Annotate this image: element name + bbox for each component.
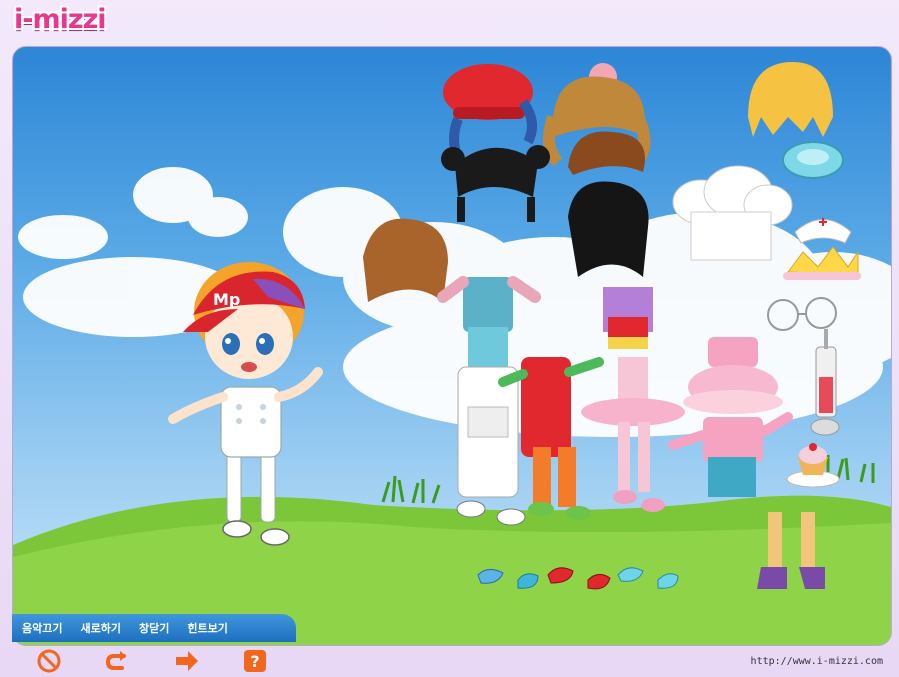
item-black-bun-hair[interactable] xyxy=(441,145,550,222)
cap-logo-text: Mp xyxy=(213,290,240,309)
item-brown-bob-hair[interactable] xyxy=(363,218,448,302)
i-mizzi-logo: i-mizzi xyxy=(14,4,107,35)
help-glyph: ? xyxy=(250,652,259,671)
site-url[interactable]: http://www.i-mizzi.com xyxy=(751,656,883,667)
item-cupcake-plate[interactable] xyxy=(786,443,840,488)
reset-menu-item[interactable]: 새로하기 xyxy=(80,620,120,636)
item-red-beret[interactable] xyxy=(443,64,537,161)
control-buttons: ? xyxy=(36,648,276,674)
menu-bar: 음악끄기 새로하기 창닫기 힌트보기 xyxy=(12,614,296,642)
help-icon[interactable]: ? xyxy=(242,648,268,674)
undo-icon[interactable] xyxy=(104,648,130,674)
hint-menu-item[interactable]: 힌트보기 xyxy=(187,620,227,636)
music-off-menu-item[interactable]: 음악끄기 xyxy=(22,620,62,636)
item-swim-cap[interactable] xyxy=(782,141,844,179)
item-nurse-cap[interactable] xyxy=(794,218,852,244)
next-arrow-icon[interactable] xyxy=(174,648,200,674)
dressup-stage: Mp xyxy=(12,46,892,646)
close-window-menu-item[interactable]: 창닫기 xyxy=(139,620,169,636)
item-marching-band-outfit[interactable] xyxy=(603,287,653,349)
stop-icon[interactable] xyxy=(36,648,62,674)
item-chef-uniform[interactable] xyxy=(456,366,526,526)
item-black-long-hair[interactable] xyxy=(568,181,649,277)
item-brown-short-hair[interactable] xyxy=(568,131,645,175)
item-blonde-wig[interactable] xyxy=(748,62,833,137)
stage-scene: Mp xyxy=(13,62,891,645)
